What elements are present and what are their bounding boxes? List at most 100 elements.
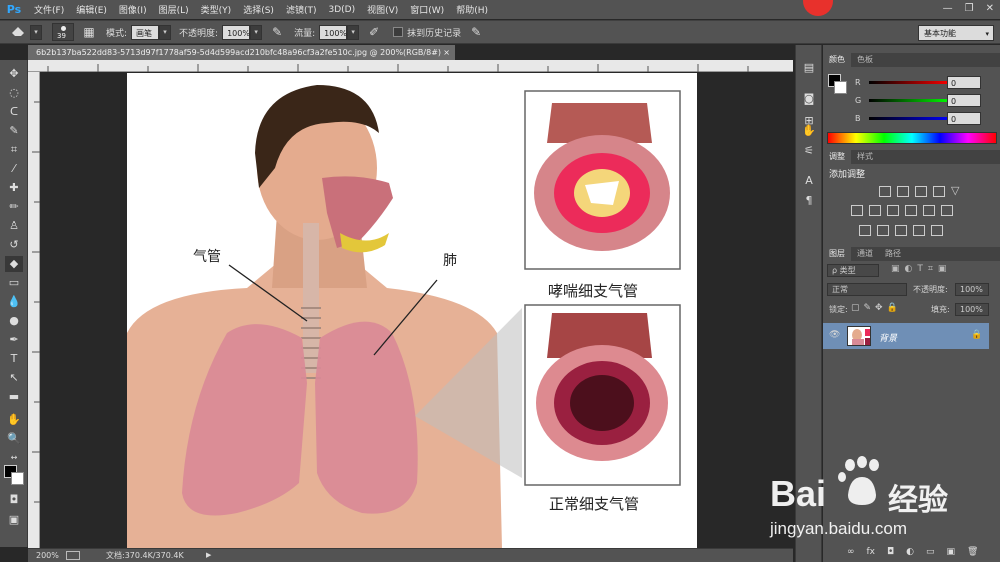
minimize-button[interactable]: — xyxy=(943,3,953,14)
threshold-icon[interactable] xyxy=(895,225,907,236)
menu-select[interactable]: 选择(S) xyxy=(237,3,280,16)
pressure-size-icon[interactable]: ✎ xyxy=(467,23,485,41)
exposure-icon[interactable] xyxy=(933,186,945,197)
tab-styles[interactable]: 样式 xyxy=(851,150,879,164)
menu-window[interactable]: 窗口(W) xyxy=(404,3,450,16)
tool-preset-dropdown[interactable]: ▾ xyxy=(30,24,42,40)
tab-layers[interactable]: 图层 xyxy=(823,247,851,261)
hue-saturation-icon[interactable] xyxy=(851,205,863,216)
brush-tool-icon[interactable]: ✏ xyxy=(5,199,23,215)
channel-mixer-icon[interactable] xyxy=(923,205,935,216)
selective-color-icon[interactable] xyxy=(931,225,943,236)
menu-help[interactable]: 帮助(H) xyxy=(450,3,494,16)
color-balance-icon[interactable] xyxy=(869,205,881,216)
path-select-tool-icon[interactable]: ↖ xyxy=(5,370,23,386)
blend-mode-select[interactable]: 正常 xyxy=(827,283,907,296)
menu-image[interactable]: 图像(I) xyxy=(113,3,153,16)
layer-style-icon[interactable]: fx xyxy=(867,547,876,557)
marquee-tool-icon[interactable]: ◌ xyxy=(5,85,23,101)
menu-view[interactable]: 视图(V) xyxy=(361,3,404,16)
eraser-tool-icon[interactable]: ◆ xyxy=(5,256,23,272)
layer-mask-icon[interactable]: ◘ xyxy=(887,547,894,557)
blue-slider[interactable] xyxy=(868,116,951,120)
menu-layer[interactable]: 图层(L) xyxy=(153,3,195,16)
tab-channels[interactable]: 通道 xyxy=(851,247,879,261)
status-menu-arrow-icon[interactable]: ▶ xyxy=(206,549,211,562)
menu-edit[interactable]: 编辑(E) xyxy=(70,3,113,16)
background-color-swatch[interactable] xyxy=(11,472,24,485)
workspace-select[interactable]: 基本功能 ▾ xyxy=(918,25,994,41)
properties-panel-icon[interactable]: ◙ xyxy=(800,91,818,107)
brush-preset-picker[interactable]: 39 xyxy=(52,23,74,41)
blur-tool-icon[interactable]: 💧 xyxy=(5,294,23,310)
swap-colors-icon[interactable]: ↔ xyxy=(5,450,23,466)
invert-icon[interactable] xyxy=(859,225,871,236)
lock-icons[interactable]: ▢✎✥🔒 xyxy=(851,303,902,313)
brightness-icon[interactable] xyxy=(879,186,891,197)
flow-input[interactable]: 100% xyxy=(319,24,348,40)
vibrance-icon[interactable]: ▽ xyxy=(951,185,963,197)
screen-mode-icon[interactable]: ▣ xyxy=(5,512,23,528)
history-panel-icon[interactable]: ▤ xyxy=(800,60,818,76)
pressure-opacity-icon[interactable]: ✎ xyxy=(268,23,286,41)
posterize-icon[interactable] xyxy=(877,225,889,236)
menu-3d[interactable]: 3D(D) xyxy=(322,5,361,15)
airbrush-icon[interactable]: ✐ xyxy=(365,23,383,41)
delete-layer-icon[interactable]: 🗑 xyxy=(967,547,978,557)
opacity-dropdown-arrow[interactable]: ▾ xyxy=(250,24,263,40)
menu-type[interactable]: 类型(Y) xyxy=(195,3,238,16)
adjustment-layer-icon[interactable]: ◐ xyxy=(906,547,914,557)
color-lookup-icon[interactable] xyxy=(941,205,953,216)
layer-filter-icons[interactable]: ▣◐T⌗▣ xyxy=(891,264,951,274)
hand-tool-icon[interactable]: ✋ xyxy=(5,412,23,428)
crop-tool-icon[interactable]: ⌗ xyxy=(5,142,23,158)
pen-tool-icon[interactable]: ✒ xyxy=(5,332,23,348)
layer-row-background[interactable]: 👁 背景 🔒 xyxy=(823,323,989,349)
color-spectrum-bar[interactable] xyxy=(827,132,997,144)
flow-dropdown-arrow[interactable]: ▾ xyxy=(347,24,360,40)
dodge-tool-icon[interactable]: ● xyxy=(5,313,23,329)
new-layer-icon[interactable]: ▣ xyxy=(947,547,956,557)
layer-filter-select[interactable]: ρ 类型 xyxy=(827,264,879,277)
blue-value-input[interactable]: 0 xyxy=(947,111,981,125)
zoom-level[interactable]: 200% xyxy=(36,549,59,562)
tab-adjustments[interactable]: 调整 xyxy=(823,150,851,164)
mode-select[interactable]: 画笔 xyxy=(131,24,160,40)
levels-icon[interactable] xyxy=(897,186,909,197)
black-white-icon[interactable] xyxy=(887,205,899,216)
document-canvas[interactable]: 气管 肺 哮喘细支气管 正常细支气管 xyxy=(127,73,697,548)
red-value-input[interactable]: 0 xyxy=(947,75,981,89)
healing-brush-tool-icon[interactable]: ✚ xyxy=(5,180,23,196)
document-tab[interactable]: 6b2b137ba522dd83-5713d97f1778af59-5d4d59… xyxy=(28,45,455,60)
visibility-eye-icon[interactable]: 👁 xyxy=(829,330,840,340)
link-layers-icon[interactable]: ∞ xyxy=(847,547,855,557)
brush-panel-toggle-icon[interactable]: ▦ xyxy=(80,23,98,41)
close-window-button[interactable]: ✕ xyxy=(986,3,994,14)
brush-panel-icon[interactable]: ✋ xyxy=(800,123,818,139)
shape-tool-icon[interactable]: ▬ xyxy=(5,389,23,405)
red-slider[interactable] xyxy=(868,80,951,84)
menu-filter[interactable]: 滤镜(T) xyxy=(280,3,323,16)
green-value-input[interactable]: 0 xyxy=(947,93,981,107)
layer-opacity-input[interactable]: 100% xyxy=(955,283,989,296)
move-tool-icon[interactable]: ✥ xyxy=(5,66,23,82)
eraser-tool-icon[interactable] xyxy=(10,23,28,41)
close-document-icon[interactable]: × xyxy=(443,45,450,60)
tab-swatches[interactable]: 色板 xyxy=(851,53,879,67)
restore-button[interactable]: ❐ xyxy=(965,3,974,14)
history-brush-tool-icon[interactable]: ↺ xyxy=(5,237,23,253)
eyedropper-tool-icon[interactable]: ⁄ xyxy=(5,161,23,177)
quick-select-tool-icon[interactable]: ✎ xyxy=(5,123,23,139)
quick-mask-icon[interactable]: ◘ xyxy=(5,492,23,508)
new-group-icon[interactable]: ▭ xyxy=(926,547,935,557)
green-slider[interactable] xyxy=(869,98,952,102)
erase-to-history-checkbox[interactable] xyxy=(393,27,404,37)
mode-dropdown-arrow[interactable]: ▾ xyxy=(159,24,172,40)
canvas-area[interactable]: 气管 肺 哮喘细支气管 正常细支气管 xyxy=(41,73,793,548)
export-icon[interactable] xyxy=(66,551,80,560)
zoom-tool-icon[interactable]: 🔍 xyxy=(5,431,23,447)
fill-input[interactable]: 100% xyxy=(955,303,989,316)
menu-file[interactable]: 文件(F) xyxy=(28,3,70,16)
type-tool-icon[interactable]: T xyxy=(5,351,23,367)
lasso-tool-icon[interactable]: ᑕ xyxy=(5,104,23,120)
